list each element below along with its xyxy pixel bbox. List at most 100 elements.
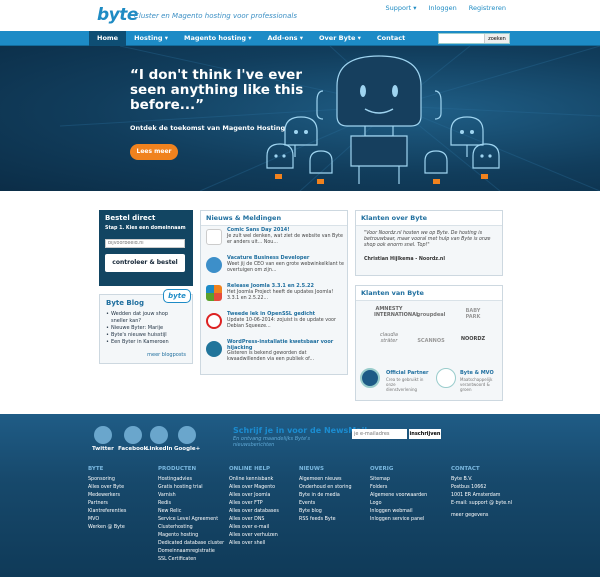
footer-link[interactable]: Sitemap <box>370 476 427 484</box>
partner-label: Official Partner <box>386 370 429 376</box>
footer-col-byte: BYTE Sponsoring Alles over Byte Medewerk… <box>88 466 126 532</box>
googleplus-link[interactable]: Google+ <box>174 426 200 452</box>
footer-link[interactable]: Folders <box>370 484 427 492</box>
blog-item[interactable]: Een Byter in Kameroen <box>106 339 186 346</box>
more-blogposts-link[interactable]: meer blogposts <box>147 352 186 358</box>
news-item-title[interactable]: Tweede lek in OpenSSL gedicht <box>227 311 315 317</box>
footer-link[interactable]: Partners <box>88 500 126 508</box>
footer-link[interactable]: Alles over Byte <box>88 484 126 492</box>
footer-col-overig: OVERIG Sitemap Folders Algemene voorwaar… <box>370 466 427 524</box>
blog-item[interactable]: Wedden dat jouw shop sneller kan? <box>106 311 186 325</box>
footer-link[interactable]: Alles over databases <box>229 508 279 516</box>
footer-link[interactable]: Alles over verhuizen <box>229 532 279 540</box>
footer-link[interactable]: Hostingadvies <box>158 476 224 484</box>
footer-link[interactable]: Gratis hosting trial <box>158 484 224 492</box>
byte-logo[interactable]: byte <box>97 5 138 25</box>
footer-link[interactable]: Clusterhosting <box>158 524 224 532</box>
comic-sans-icon <box>206 229 222 245</box>
hero-banner: “I don't think I've ever seen anything l… <box>0 46 600 191</box>
footer-link[interactable]: Varnish <box>158 492 224 500</box>
footer-link[interactable]: Alles over Magento <box>229 484 279 492</box>
news-item-text: Update 10-06-2014: zojuist is de update … <box>227 318 336 329</box>
footer-link[interactable]: SSL Certificaten <box>158 556 224 564</box>
nav-add-ons[interactable]: Add-ons ▾ <box>260 31 312 46</box>
scannos-logo: SCANNOS <box>417 338 445 344</box>
linkedin-link[interactable]: LinkedIn <box>146 426 172 452</box>
no-bug-icon <box>206 313 222 329</box>
more-details-link[interactable]: meer gegevens <box>451 512 512 520</box>
footer-link[interactable]: Inloggen webmail <box>370 508 427 516</box>
blog-item[interactable]: Nieuwe Byter: Marije <box>106 325 186 332</box>
footer-link[interactable]: Sponsoring <box>88 476 126 484</box>
news-item[interactable]: Vacature Business Developer Weet jij de … <box>206 255 346 279</box>
search-button[interactable]: zoeken <box>484 34 509 43</box>
news-item[interactable]: WordPress-installatie kwetsbaar voor hij… <box>206 339 346 369</box>
news-item[interactable]: Release Joomla 3.3.1 en 2.5.22 Het Jooml… <box>206 283 346 307</box>
blog-item[interactable]: Byte's nieuwe huisstijl <box>106 332 186 339</box>
footer-link[interactable]: Logo <box>370 500 427 508</box>
groupdeal-logo: groupdeal <box>416 312 446 318</box>
footer-link[interactable]: Magento hosting <box>158 532 224 540</box>
order-box: Bestel direct Stap 1. Kies een domeinnaa… <box>99 210 193 286</box>
partner-sub: Crea te gebruikt in onze dienstverlening <box>386 377 424 392</box>
googleplus-icon <box>178 426 197 444</box>
top-links: Support ▾ Inloggen Registreren <box>385 4 506 12</box>
contact-email[interactable]: E-mail: support @ byte.nl <box>451 500 512 508</box>
nav-hosting[interactable]: Hosting ▾ <box>126 31 176 46</box>
footer-col-title: ONLINE HELP <box>229 466 271 472</box>
footer-link[interactable]: Alles over DNS <box>229 516 279 524</box>
footer-link[interactable]: Dedicated database cluster <box>158 540 224 548</box>
news-item[interactable]: Tweede lek in OpenSSL gedicht Update 10-… <box>206 311 346 335</box>
footer-link[interactable]: Byte in de media <box>299 492 352 500</box>
footer-link[interactable]: Onderhoud en storing <box>299 484 352 492</box>
footer-link[interactable]: Klantreferenties <box>88 508 126 516</box>
testimonial-author: Christian Hijlkema - Noordz.nl <box>364 257 445 262</box>
footer-link[interactable]: Alles over FTP <box>229 500 279 508</box>
subscribe-button[interactable]: inschrijven <box>409 429 441 439</box>
clients-box: Klanten van Byte AMNESTY INTERNATIONAL g… <box>355 285 503 401</box>
news-item-text: Je zult wel denken, wat ziet de website … <box>227 234 344 245</box>
footer-link[interactable]: Werken @ Byte <box>88 524 126 532</box>
news-item[interactable]: Comic Sans Day 2014! Je zult wel denken,… <box>206 227 346 251</box>
read-more-button[interactable]: Lees meer <box>130 144 178 160</box>
login-link[interactable]: Inloggen <box>429 4 457 12</box>
footer-link[interactable]: Alles over Joomla <box>229 492 279 500</box>
order-step: Stap 1. Kies een domeinnaam <box>105 226 186 231</box>
footer-link[interactable]: Medewerkers <box>88 492 126 500</box>
facebook-icon <box>123 426 142 444</box>
newsletter-email-input[interactable] <box>352 429 407 439</box>
register-link[interactable]: Registreren <box>469 4 506 12</box>
footer-link[interactable]: Events <box>299 500 352 508</box>
footer-link[interactable]: Alles over e-mail <box>229 524 279 532</box>
footer-link[interactable]: Alles over shell <box>229 540 279 548</box>
nav-contact[interactable]: Contact <box>369 31 413 46</box>
footer-link[interactable]: Redis <box>158 500 224 508</box>
domain-input[interactable] <box>105 239 185 248</box>
footer-link[interactable]: RSS feeds Byte <box>299 516 352 524</box>
support-link[interactable]: Support ▾ <box>385 4 416 12</box>
footer-link[interactable]: New Relic <box>158 508 224 516</box>
footer-link[interactable]: Service Level Agreement <box>158 516 224 524</box>
news-item-title[interactable]: Comic Sans Day 2014! <box>227 227 290 233</box>
facebook-link[interactable]: Facebook <box>118 426 147 452</box>
footer-link[interactable]: Algemeen nieuws <box>299 476 352 484</box>
news-item-title[interactable]: WordPress-installatie kwetsbaar voor hij… <box>227 339 346 351</box>
footer-link[interactable]: MVO <box>88 516 126 524</box>
footer-link[interactable]: Byte blog <box>299 508 352 516</box>
contact-line: 1001 ER Amsterdam <box>451 493 501 498</box>
news-item-title[interactable]: Release Joomla 3.3.1 en 2.5.22 <box>227 283 314 289</box>
search-input[interactable] <box>439 34 485 43</box>
joomla-icon <box>206 285 222 301</box>
footer-link[interactable]: Algemene voorwaarden <box>370 492 427 500</box>
nav-magento-hosting[interactable]: Magento hosting ▾ <box>176 31 259 46</box>
nav-over-byte[interactable]: Over Byte ▾ <box>311 31 369 46</box>
check-order-button[interactable]: controleer & bestel <box>105 254 185 272</box>
footer-link[interactable]: Online kennisbank <box>229 476 279 484</box>
byte-speech-bubble: byte <box>163 289 191 303</box>
twitter-link[interactable]: Twitter <box>92 426 114 452</box>
news-item-title[interactable]: Vacature Business Developer <box>227 255 309 261</box>
footer-link[interactable]: Domeinnaamregistratie <box>158 548 224 556</box>
tagline: Cluster en Magento hosting voor professi… <box>134 12 297 20</box>
nav-home[interactable]: Home <box>89 31 127 46</box>
footer-link[interactable]: Inloggen service panel <box>370 516 427 524</box>
